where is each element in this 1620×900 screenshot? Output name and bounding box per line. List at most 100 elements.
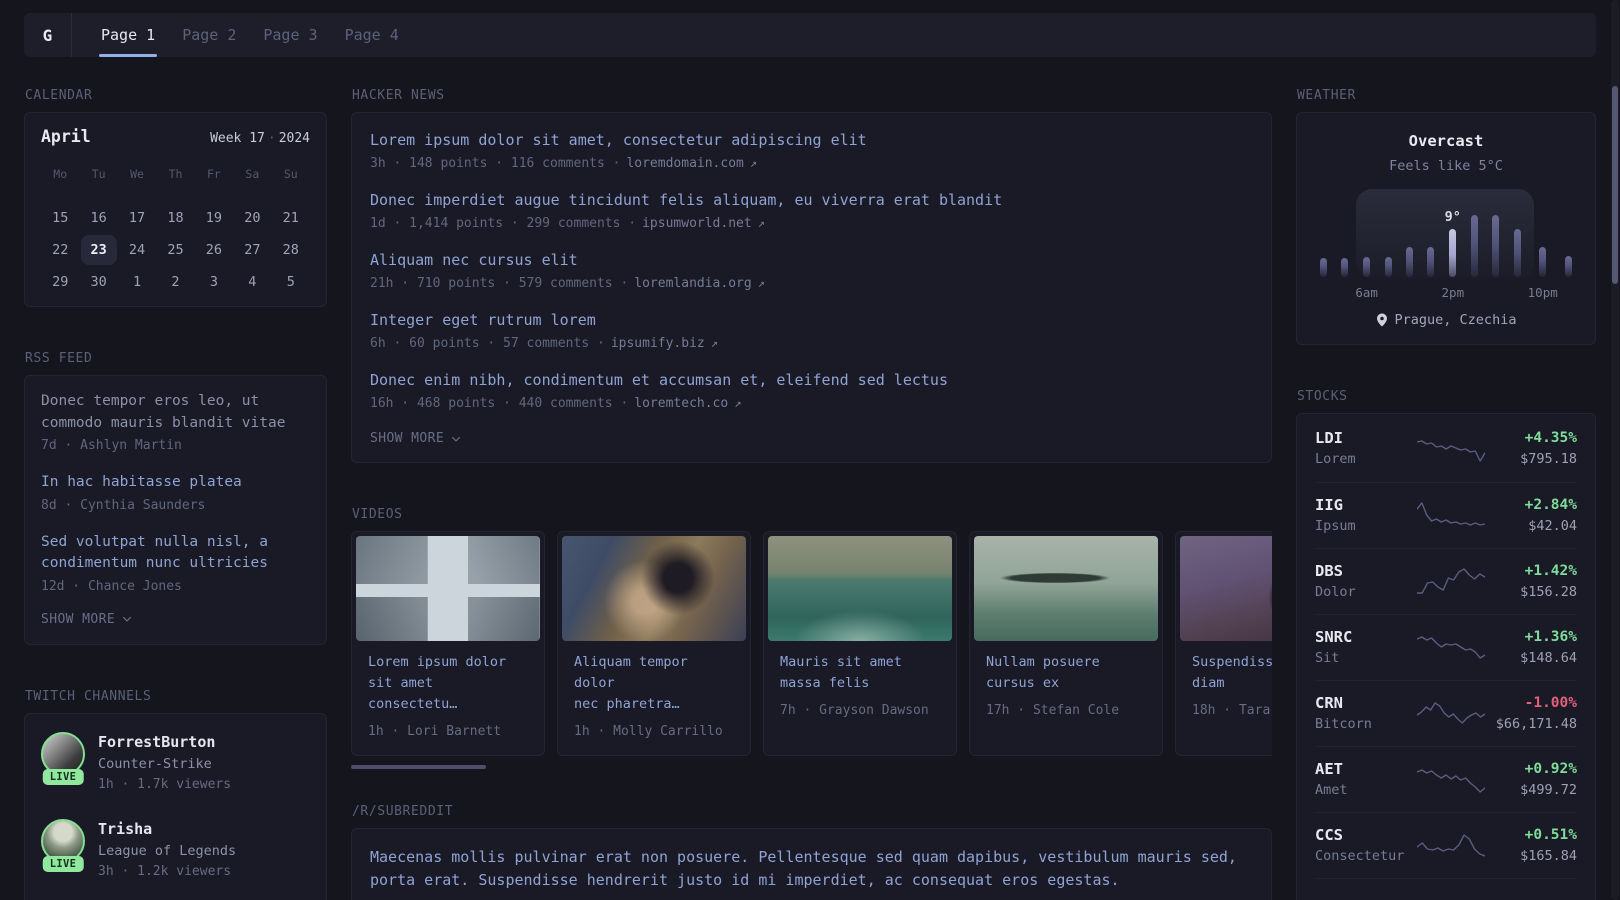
hackernews-section-title: HACKER NEWS: [352, 88, 445, 103]
rss-item-meta: 7d · Ashlyn Martin: [41, 438, 182, 453]
external-link-icon: ↗: [710, 336, 718, 350]
calendar-day[interactable]: 19: [195, 202, 233, 234]
hackernews-item-domain[interactable]: loremtech.co: [634, 395, 728, 413]
twitch-channel-category: League of Legends: [98, 842, 237, 859]
calendar-day[interactable]: 15: [41, 202, 79, 234]
twitch-channel-name[interactable]: Trisha: [98, 819, 236, 839]
calendar-day[interactable]: 22: [41, 234, 79, 266]
tab-page-4[interactable]: Page 4: [343, 13, 401, 57]
weather-bar-column: [1558, 193, 1579, 299]
stock-sparkline: [1416, 698, 1486, 728]
weather-bar-column: [1485, 193, 1506, 299]
video-thumbnail: [1180, 536, 1272, 641]
weather-bar-column: [1313, 193, 1334, 299]
stock-row[interactable]: AHS +0.46%: [1315, 878, 1577, 900]
hackernews-show-more-button[interactable]: SHOW MORE: [370, 431, 1253, 446]
stock-row[interactable]: LDI Lorem +4.35% $795.18: [1315, 416, 1577, 482]
calendar-day[interactable]: 24: [118, 234, 156, 266]
weekday-label: Sa: [245, 167, 260, 181]
calendar-days-grid: 15 16 17 18 19 20 21 22 23 24 25 26 27 2…: [41, 202, 310, 298]
hackernews-item-domain[interactable]: loremlandia.org: [634, 275, 751, 293]
calendar-day[interactable]: 20: [233, 202, 271, 234]
video-card[interactable]: Mauris sit amet massa felis 7h · Grayson…: [763, 531, 957, 756]
page-tabs: Page 1 Page 2 Page 3 Page 4: [99, 13, 401, 57]
stock-sparkline: [1416, 566, 1486, 596]
twitch-channel-row[interactable]: LIVE Trisha League of Legends 3h · 1.2k …: [41, 818, 310, 882]
hackernews-item: Integer eget rutrum lorem 6h · 60 points…: [370, 310, 1253, 353]
app-logo[interactable]: G: [24, 13, 72, 57]
calendar-day[interactable]: 5: [272, 266, 310, 298]
video-title[interactable]: Mauris sit amet massa felis: [780, 652, 940, 694]
calendar-day[interactable]: 4: [233, 266, 271, 298]
calendar-day[interactable]: 28: [272, 234, 310, 266]
weather-bar-column: 6am: [1355, 193, 1378, 300]
calendar-day[interactable]: 21: [272, 202, 310, 234]
video-title[interactable]: Nullam posuere cursus ex: [986, 652, 1146, 694]
stock-name: Ipsum: [1315, 517, 1356, 534]
calendar-day[interactable]: 17: [118, 202, 156, 234]
video-card[interactable]: Suspendisse diam 18h · Tara: [1175, 531, 1272, 756]
weather-chart: 6am 9° 2pm 10pm: [1313, 189, 1579, 300]
weekday-label: Fr: [206, 167, 221, 181]
stock-row[interactable]: SNRC Sit +1.36% $148.64: [1315, 614, 1577, 680]
hackernews-item-domain[interactable]: ipsumify.biz: [611, 335, 705, 353]
hackernews-item-title[interactable]: Aliquam nec cursus elit: [370, 250, 1253, 270]
stock-row[interactable]: CCS Consectetur +0.51% $165.84: [1315, 812, 1577, 878]
stock-sparkline: [1416, 632, 1486, 662]
rss-item-meta: 12d · Chance Jones: [41, 578, 182, 594]
rss-item-title[interactable]: Sed volutpat nulla nisl, a condimentum n…: [41, 532, 310, 575]
calendar-day[interactable]: 25: [156, 234, 194, 266]
calendar-day[interactable]: 1: [118, 266, 156, 298]
hackernews-item-domain[interactable]: loremdomain.com: [626, 155, 743, 173]
rss-show-more-button[interactable]: SHOW MORE: [41, 612, 310, 627]
weather-bar-column: [1399, 193, 1420, 299]
hackernews-item-title[interactable]: Donec imperdiet augue tincidunt felis al…: [370, 190, 1253, 210]
rss-item-title[interactable]: Donec tempor eros leo, ut commodo mauris…: [41, 391, 310, 434]
calendar-day[interactable]: 18: [156, 202, 194, 234]
page-scrollbar-thumb[interactable]: [1612, 86, 1618, 284]
twitch-channel-name[interactable]: ForrestBurton: [98, 732, 231, 752]
tab-page-1[interactable]: Page 1: [99, 13, 158, 57]
subreddit-post-title[interactable]: Maecenas mollis pulvinar erat non posuer…: [370, 846, 1253, 892]
calendar-day[interactable]: 29: [41, 266, 79, 298]
calendar-day[interactable]: 26: [195, 234, 233, 266]
hackernews-item-title[interactable]: Lorem ipsum dolor sit amet, consectetur …: [370, 130, 1253, 150]
video-card[interactable]: Nullam posuere cursus ex 17h · Stefan Co…: [969, 531, 1163, 756]
stock-name: Bitcorn: [1315, 715, 1372, 732]
video-title[interactable]: Lorem ipsum dolor sit amet consectetu…: [368, 652, 528, 715]
weather-bar-column: 10pm: [1528, 193, 1558, 300]
hackernews-item-title[interactable]: Donec enim nibh, condimentum et accumsan…: [370, 370, 1253, 390]
external-link-icon: ↗: [749, 156, 758, 170]
chevron-down-icon: [122, 616, 132, 622]
stock-row[interactable]: DBS Dolor +1.42% $156.28: [1315, 548, 1577, 614]
hackernews-item-title[interactable]: Integer eget rutrum lorem: [370, 310, 1253, 330]
calendar-day[interactable]: 30: [79, 266, 117, 298]
stock-change: +2.84%: [1524, 496, 1577, 513]
video-card[interactable]: Lorem ipsum dolor sit amet consectetu… 1…: [351, 531, 545, 756]
calendar-day[interactable]: 16: [79, 202, 117, 234]
calendar-day[interactable]: 2: [156, 266, 194, 298]
video-title[interactable]: Aliquam tempor dolor nec pharetra…: [574, 652, 734, 715]
stock-name: Lorem: [1315, 451, 1356, 467]
stock-row[interactable]: AET Amet +0.92% $499.72: [1315, 746, 1577, 812]
tab-page-2[interactable]: Page 2: [180, 13, 238, 57]
video-title[interactable]: Suspendisse diam: [1192, 652, 1272, 694]
calendar-day[interactable]: 3: [195, 266, 233, 298]
stock-change: +4.35%: [1524, 430, 1577, 446]
twitch-channel-row[interactable]: LIVE ForrestBurton Counter-Strike 1h · 1…: [41, 731, 310, 795]
stock-name: Amet: [1315, 781, 1348, 798]
calendar-day[interactable]: 27: [233, 234, 271, 266]
videos-scrollbar-thumb[interactable]: [351, 765, 486, 769]
stock-price: $795.18: [1520, 451, 1577, 467]
stock-symbol: AET: [1315, 759, 1343, 778]
stock-price: $499.72: [1520, 781, 1577, 798]
stock-row[interactable]: CRN Bitcorn -1.00% $66,171.48: [1315, 680, 1577, 746]
stock-row[interactable]: IIG Ipsum +2.84% $42.04: [1315, 482, 1577, 548]
calendar-day-selected[interactable]: 23: [79, 234, 117, 266]
rss-item-title[interactable]: In hac habitasse platea: [41, 472, 310, 494]
calendar-weekday-row: Mo Tu We Th Fr Sa Su: [41, 161, 310, 187]
hackernews-item-domain[interactable]: ipsumworld.net: [642, 215, 752, 233]
video-thumbnail: [974, 536, 1158, 641]
tab-page-3[interactable]: Page 3: [261, 13, 319, 57]
video-card[interactable]: Aliquam tempor dolor nec pharetra… 1h · …: [557, 531, 751, 756]
